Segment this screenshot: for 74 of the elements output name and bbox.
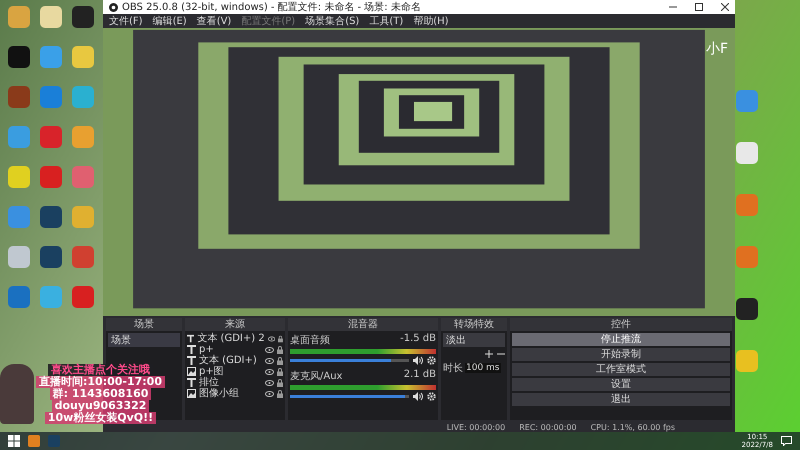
eye-icon[interactable] [265,390,274,396]
lock-icon[interactable] [278,334,283,342]
channel-name: 麦克风/Aux [290,370,342,383]
desktop-app-icon[interactable] [40,206,62,228]
menu-item[interactable]: 编辑(E) [152,14,187,28]
volume-slider[interactable] [290,395,409,398]
add-icon[interactable] [485,350,493,358]
menu-item[interactable]: 帮助(H) [413,14,449,28]
desktop-app-icon[interactable] [736,298,758,320]
image-source-icon [187,367,196,376]
rec-status: REC: 00:00:00 [519,422,577,432]
menu-item[interactable]: 场景集合(S) [305,14,360,28]
speaker-icon[interactable] [413,356,423,365]
lock-icon[interactable] [277,378,283,386]
lock-icon[interactable] [277,368,283,376]
image-source-icon [187,389,196,398]
scene-item[interactable]: 场景 [108,333,180,347]
overlay-text: 喜欢主播点个关注哦 [48,364,153,376]
control-button[interactable]: 设置 [512,378,730,391]
eye-icon[interactable] [268,336,276,342]
taskbar-app-icon[interactable] [28,435,40,447]
source-item[interactable]: 排位 [199,377,262,388]
duration-label: 时长 [443,362,463,375]
control-button[interactable]: 退出 [512,393,730,406]
desktop-app-icon[interactable] [40,246,62,268]
volume-reading: 2.1 dB [404,369,436,382]
overlay-text: douyu9063322 [52,400,150,412]
close-icon[interactable] [721,3,729,11]
maximize-icon[interactable] [695,3,703,11]
control-button[interactable]: 开始录制 [512,348,730,361]
overlay-text: 群: 1143608160 [50,388,152,400]
dock-title: 场景 [106,318,182,331]
lock-icon[interactable] [277,390,283,398]
source-item[interactable]: p+ [199,344,262,355]
menu-item[interactable]: 文件(F) [109,14,143,28]
dock-title: 混音器 [288,318,438,331]
live-status: LIVE: 00:00:00 [446,422,506,432]
desktop-app-icon[interactable] [72,6,94,28]
text-source-icon [187,378,196,387]
eye-icon[interactable] [265,358,274,364]
desktop-app-icon[interactable] [8,46,30,68]
volume-slider[interactable] [290,359,409,362]
speaker-icon[interactable] [413,392,423,401]
lock-icon[interactable] [277,346,283,354]
source-item[interactable]: p+图 [199,366,262,377]
desktop-text: 小F [706,40,728,58]
eye-icon[interactable] [265,346,274,352]
transition-select[interactable]: 淡出 [443,333,505,347]
eye-icon[interactable] [265,380,274,386]
dock-title: 控件 [510,318,732,331]
dock-title: 转场特效 [441,318,507,331]
eye-icon[interactable] [265,368,274,374]
settings-icon[interactable] [427,392,436,401]
app-logo-icon [109,2,118,12]
window-title: OBS 25.0.8 (32-bit, windows) - 配置文件: 未命名 - 场景: 未命名 [122,0,421,14]
dock-title: 来源 [185,318,285,331]
volume-reading: -1.5 dB [400,333,436,346]
start-icon[interactable] [8,435,20,447]
cpu-status: CPU: 1.1%, 60.00 fps [590,422,675,432]
source-item[interactable]: 文本 (GDI+) 2 [197,333,265,344]
character-avatar [0,364,34,424]
menu-item[interactable]: 查看(V) [196,14,232,28]
duration-field[interactable]: 100 ms [465,363,500,373]
source-item[interactable]: 文本 (GDI+) [199,355,262,366]
channel-name: 桌面音频 [290,334,330,347]
menu-item[interactable]: 工具(T) [369,14,404,28]
settings-icon[interactable] [427,356,436,365]
notification-icon[interactable] [781,436,792,446]
control-button[interactable]: 工作室模式 [512,363,730,376]
overlay-text: 直播时间:10:00-17:00 [36,376,165,388]
control-button[interactable]: 停止推流 [512,333,730,346]
source-item[interactable]: 图像小组 [199,388,262,399]
overlay-text: 10w粉丝女装QvQ!! [44,412,156,424]
lock-icon[interactable] [277,356,283,364]
